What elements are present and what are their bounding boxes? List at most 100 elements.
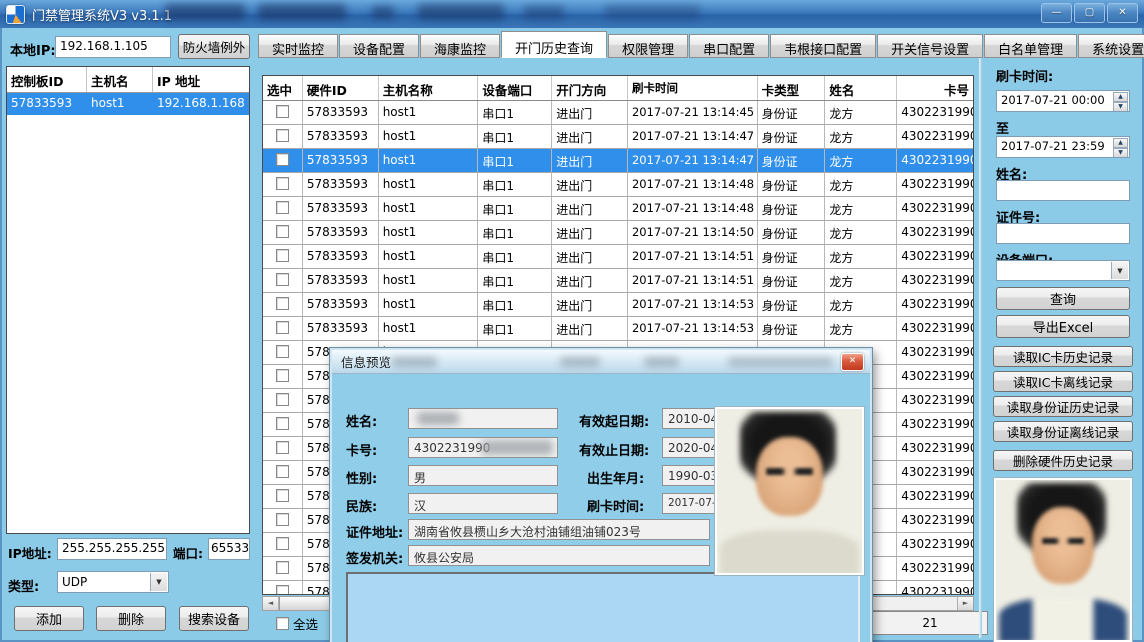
add-button[interactable]: 添加 bbox=[14, 606, 84, 631]
cell: 身份证 bbox=[758, 269, 826, 292]
table-row[interactable]: 57833593host1串口1进出门2017-07-21 13:14:53身份… bbox=[263, 293, 973, 317]
row-checkbox[interactable] bbox=[276, 345, 289, 358]
tab-4[interactable]: 开门历史查询 bbox=[501, 31, 607, 58]
table-row[interactable]: 57833593host1串口1进出门2017-07-21 13:14:48身份… bbox=[263, 173, 973, 197]
cell: 4302231990 bbox=[897, 245, 973, 268]
column-header[interactable]: 开门方向 bbox=[552, 76, 628, 100]
cell: 串口1 bbox=[478, 173, 552, 196]
type-combobox[interactable]: UDP ▼ bbox=[57, 571, 169, 593]
action-button-1[interactable]: 读取IC卡历史记录 bbox=[993, 346, 1133, 367]
cell: 4302231990 bbox=[897, 221, 973, 244]
table-row[interactable]: 57833593host1串口1进出门2017-07-21 13:14:51身份… bbox=[263, 269, 973, 293]
row-checkbox[interactable] bbox=[276, 393, 289, 406]
delete-button[interactable]: 删除 bbox=[96, 606, 166, 631]
device-port-combobox[interactable]: ▼ bbox=[996, 260, 1130, 281]
close-button[interactable]: ✕ bbox=[1107, 3, 1138, 23]
dialog-record-list[interactable] bbox=[346, 572, 860, 642]
port-input[interactable]: 65533 bbox=[208, 538, 250, 560]
row-checkbox[interactable] bbox=[276, 537, 289, 550]
column-header[interactable]: 主机名称 bbox=[379, 76, 479, 100]
row-checkbox[interactable] bbox=[276, 369, 289, 382]
ip-address-input[interactable]: 255.255.255.255 bbox=[57, 538, 167, 560]
maximize-button[interactable]: ▢ bbox=[1074, 3, 1105, 23]
row-checkbox[interactable] bbox=[276, 225, 289, 238]
column-header[interactable]: 设备端口 bbox=[478, 76, 552, 100]
row-checkbox[interactable] bbox=[276, 201, 289, 214]
row-checkbox[interactable] bbox=[276, 585, 289, 595]
device-column-header[interactable]: IP 地址 bbox=[153, 67, 247, 92]
table-row[interactable]: 57833593host1串口1进出门2017-07-21 13:14:51身份… bbox=[263, 245, 973, 269]
tab-1[interactable]: 实时监控 bbox=[258, 34, 338, 58]
row-checkbox[interactable] bbox=[276, 105, 289, 118]
cell: 4302231990 bbox=[897, 341, 973, 364]
row-checkbox[interactable] bbox=[276, 465, 289, 478]
column-header[interactable]: 选中 bbox=[263, 76, 303, 100]
cell: 57833593 bbox=[303, 245, 379, 268]
tab-7[interactable]: 韦根接口配置 bbox=[770, 34, 876, 58]
firewall-exception-button[interactable]: 防火墙例外 bbox=[178, 34, 250, 59]
scroll-right-icon[interactable]: ► bbox=[957, 597, 973, 610]
table-row[interactable]: 57833593host1串口1进出门2017-07-21 13:14:47身份… bbox=[263, 149, 973, 173]
row-checkbox[interactable] bbox=[276, 129, 289, 142]
tab-9[interactable]: 白名单管理 bbox=[984, 34, 1077, 58]
censor-blur bbox=[560, 357, 600, 367]
tab-10[interactable]: 系统设置 bbox=[1078, 34, 1144, 58]
time-from-input[interactable]: 2017-07-21 00:00 ▲▼ bbox=[996, 90, 1130, 112]
spinner-up-down-icon[interactable]: ▲▼ bbox=[1113, 92, 1128, 110]
query-button[interactable]: 查询 bbox=[996, 287, 1130, 310]
dialog-close-button[interactable]: ✕ bbox=[841, 353, 864, 371]
scroll-left-icon[interactable]: ◄ bbox=[263, 597, 279, 610]
device-row[interactable]: 57833593host1192.168.1.168 bbox=[7, 93, 249, 115]
action-button-5[interactable]: 删除硬件历史记录 bbox=[993, 450, 1133, 471]
table-row[interactable]: 57833593host1串口1进出门2017-07-21 13:14:45身份… bbox=[263, 101, 973, 125]
row-checkbox[interactable] bbox=[276, 249, 289, 262]
action-button-3[interactable]: 读取身份证历史记录 bbox=[993, 396, 1133, 417]
column-header[interactable]: 刷卡时间 bbox=[628, 76, 758, 100]
row-checkbox[interactable] bbox=[276, 561, 289, 574]
table-row[interactable]: 57833593host1串口1进出门2017-07-21 13:14:53身份… bbox=[263, 317, 973, 341]
title-bar[interactable]: 门禁管理系统V3 v3.1.1 — ▢ ✕ bbox=[0, 0, 1144, 28]
export-excel-button[interactable]: 导出Excel bbox=[996, 315, 1130, 338]
row-checkbox[interactable] bbox=[276, 321, 289, 334]
minimize-button[interactable]: — bbox=[1041, 3, 1072, 23]
row-checkbox[interactable] bbox=[276, 273, 289, 286]
dialog-title-bar[interactable]: 信息预览 ✕ bbox=[332, 350, 870, 374]
row-checkbox[interactable] bbox=[276, 441, 289, 454]
action-button-2[interactable]: 读取IC卡离线记录 bbox=[993, 371, 1133, 392]
tab-3[interactable]: 海康监控 bbox=[420, 34, 500, 58]
table-row[interactable]: 57833593host1串口1进出门2017-07-21 13:14:50身份… bbox=[263, 221, 973, 245]
column-header[interactable]: 卡号 bbox=[897, 76, 973, 100]
cell: 串口1 bbox=[478, 245, 552, 268]
table-row[interactable]: 57833593host1串口1进出门2017-07-21 13:14:47身份… bbox=[263, 125, 973, 149]
chevron-down-icon[interactable]: ▼ bbox=[150, 573, 167, 591]
tab-8[interactable]: 开关信号设置 bbox=[877, 34, 983, 58]
tab-5[interactable]: 权限管理 bbox=[608, 34, 688, 58]
search-device-button[interactable]: 搜索设备 bbox=[179, 606, 249, 631]
row-checkbox[interactable] bbox=[276, 513, 289, 526]
time-to-input[interactable]: 2017-07-21 23:59 ▲▼ bbox=[996, 136, 1130, 158]
row-checkbox[interactable] bbox=[276, 177, 289, 190]
chevron-down-icon[interactable]: ▼ bbox=[1111, 262, 1128, 279]
port-label: 端口: bbox=[173, 543, 203, 562]
column-header[interactable]: 姓名 bbox=[825, 76, 897, 100]
tab-2[interactable]: 设备配置 bbox=[339, 34, 419, 58]
row-checkbox[interactable] bbox=[276, 489, 289, 502]
device-column-header[interactable]: 控制板ID bbox=[7, 67, 87, 92]
spinner-up-down-icon[interactable]: ▲▼ bbox=[1113, 138, 1128, 156]
id-number-input[interactable] bbox=[996, 223, 1130, 244]
name-filter-input[interactable] bbox=[996, 180, 1130, 201]
local-ip-input[interactable]: 192.168.1.105 bbox=[55, 36, 171, 58]
row-checkbox[interactable] bbox=[276, 153, 289, 166]
row-checkbox[interactable] bbox=[276, 297, 289, 310]
select-all-checkbox[interactable] bbox=[276, 617, 289, 630]
tab-6[interactable]: 串口配置 bbox=[689, 34, 769, 58]
row-checkbox[interactable] bbox=[276, 417, 289, 430]
info-preview-dialog: 信息预览 ✕ 姓名: 有效起日期: 2010-04-01 卡号: 4302231… bbox=[330, 348, 872, 642]
select-all-control[interactable]: 全选 bbox=[276, 614, 318, 633]
column-header[interactable]: 卡类型 bbox=[758, 76, 826, 100]
table-row[interactable]: 57833593host1串口1进出门2017-07-21 13:14:48身份… bbox=[263, 197, 973, 221]
column-header[interactable]: 硬件ID bbox=[303, 76, 379, 100]
action-button-4[interactable]: 读取身份证离线记录 bbox=[993, 421, 1133, 442]
cell: host1 bbox=[379, 221, 479, 244]
device-column-header[interactable]: 主机名 bbox=[87, 67, 153, 92]
